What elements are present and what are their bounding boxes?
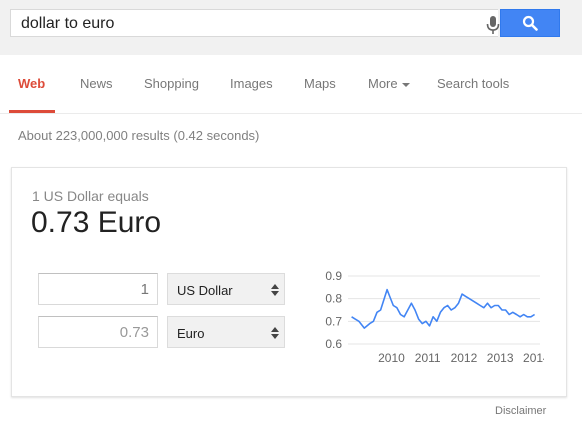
x-tick-label: 2012: [451, 351, 478, 365]
tab-news[interactable]: News: [80, 76, 113, 91]
to-amount-input[interactable]: 0.73: [38, 316, 158, 348]
x-tick-label: 2013: [487, 351, 514, 365]
series-line-usd-eur: [351, 288, 536, 329]
search-header: dollar to euro: [0, 0, 582, 55]
equals-label: 1 US Dollar equals: [32, 188, 149, 204]
exchange-rate-chart[interactable]: 0.9 0.8 0.7 0.6 2010 2011 2012 2013 2014: [308, 268, 544, 368]
search-button[interactable]: [500, 9, 560, 37]
conversion-result: 0.73 Euro: [31, 206, 162, 239]
tab-maps[interactable]: Maps: [304, 76, 336, 91]
tab-shopping[interactable]: Shopping: [144, 76, 199, 91]
y-tick-label: 0.8: [325, 292, 342, 306]
tab-images[interactable]: Images: [230, 76, 273, 91]
to-currency-label: Euro: [177, 326, 205, 341]
from-amount-input[interactable]: 1: [38, 273, 158, 305]
to-currency-select[interactable]: Euro: [167, 316, 285, 348]
chevron-down-icon: [401, 82, 410, 87]
search-input[interactable]: dollar to euro: [10, 9, 501, 37]
select-arrows-icon: [271, 284, 279, 296]
x-tick-label: 2014: [523, 351, 544, 365]
from-currency-label: US Dollar: [177, 283, 233, 298]
tab-web[interactable]: Web: [18, 76, 45, 91]
disclaimer-link[interactable]: Disclaimer: [495, 405, 546, 417]
microphone-icon[interactable]: [485, 15, 501, 35]
result-stats: About 223,000,000 results (0.42 seconds): [18, 128, 260, 143]
currency-converter-card: 1 US Dollar equals 0.73 Euro 1 US Dollar…: [11, 167, 567, 397]
y-tick-label: 0.7: [325, 314, 342, 328]
from-currency-select[interactable]: US Dollar: [167, 273, 285, 305]
tab-more[interactable]: More: [368, 76, 410, 91]
search-icon: [522, 15, 538, 31]
x-tick-label: 2010: [378, 351, 405, 365]
tab-more-label: More: [368, 76, 398, 91]
search-tabs: Web News Shopping Images Maps More Searc…: [0, 55, 582, 114]
search-query-text: dollar to euro: [21, 15, 115, 32]
active-tab-indicator: [9, 110, 55, 113]
y-tick-label: 0.9: [325, 269, 342, 283]
tab-search-tools[interactable]: Search tools: [437, 76, 509, 91]
y-tick-label: 0.6: [325, 337, 342, 351]
x-tick-label: 2011: [415, 351, 441, 365]
select-arrows-icon: [271, 327, 279, 339]
